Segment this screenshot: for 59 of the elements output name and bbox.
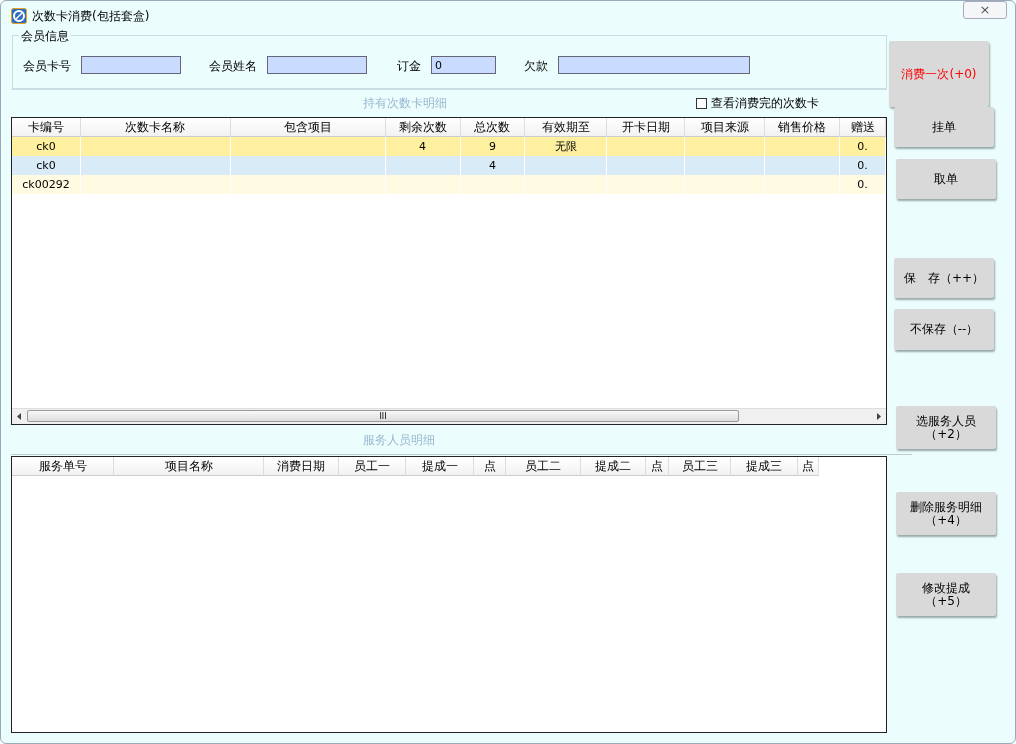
column-header[interactable]: 点 [646,457,669,476]
column-header[interactable]: 服务单号 [12,457,114,476]
column-header[interactable]: 提成三 [731,457,798,476]
table-row[interactable]: ck0 4 0. [12,156,886,175]
column-header[interactable]: 包含项目 [230,118,386,137]
show-used-checkbox[interactable]: 查看消费完的次数卡 [696,95,819,112]
action-button[interactable]: 保 存（++） [894,258,994,298]
column-header[interactable]: 员工一 [339,457,406,476]
column-header[interactable]: 开卡日期 [607,118,686,137]
table-row[interactable]: ck00292 0. [12,175,886,194]
table-cell: 0. [857,140,868,153]
column-header[interactable]: 赠送 [840,118,886,137]
column-header[interactable]: 消费日期 [264,457,339,476]
action-button[interactable]: 选服务人员（+2） [896,406,996,449]
table-cell: 4 [419,140,427,153]
column-header[interactable]: 提成一 [406,457,474,476]
table-cell: 无限 [554,140,577,153]
app-icon [11,8,27,24]
column-header[interactable]: 提成二 [581,457,646,476]
section-title: 服务人员明细 [363,432,435,449]
input-field[interactable] [81,56,181,74]
group-legend: 会员信息 [19,28,71,45]
field-label: 订金 [397,57,421,75]
column-header[interactable]: 员工二 [506,457,581,476]
input-field[interactable] [558,56,750,74]
table-cell: 0. [857,178,868,191]
column-header[interactable]: 有效期至 [525,118,608,137]
window-title: 次数卡消费(包括套盒) [32,7,151,25]
action-button[interactable]: 删除服务明细（+4） [896,492,996,535]
column-header[interactable]: 点 [798,457,819,476]
column-header[interactable]: 员工三 [669,457,731,476]
input-field[interactable]: 0 [431,56,496,74]
table-row[interactable]: ck0 4 9 无限 0. [12,137,886,156]
column-header[interactable]: 次数卡名称 [80,118,231,137]
action-button[interactable]: 挂单 [894,107,994,147]
table-cell: ck0 [36,159,56,172]
input-field[interactable] [267,56,367,74]
column-header[interactable]: 卡编号 [12,118,81,137]
action-button[interactable]: 取单 [896,159,996,199]
field-label: 会员姓名 [209,57,257,75]
scroll-thumb[interactable]: III [27,410,739,422]
section-title: 持有次数卡明细 [363,95,447,112]
close-button[interactable]: × [963,1,1007,19]
column-header[interactable]: 点 [474,457,506,476]
table-cell: 9 [488,140,496,153]
action-button[interactable]: 修改提成（+5） [896,573,996,616]
column-header[interactable]: 剩余次数 [385,118,461,137]
table-cell: 4 [488,159,496,172]
table-cell: ck00292 [22,178,70,191]
column-header[interactable]: 项目来源 [685,118,766,137]
column-header[interactable]: 销售价格 [765,118,841,137]
table-cell: ck0 [36,140,56,153]
field-label: 会员卡号 [23,57,71,75]
horizontal-scrollbar[interactable]: III [12,408,886,424]
action-button[interactable]: 不保存（--） [894,309,994,350]
table-cell: 0. [857,159,868,172]
column-header[interactable]: 项目名称 [114,457,264,476]
field-label: 欠款 [524,57,548,75]
column-header[interactable]: 总次数 [460,118,526,137]
